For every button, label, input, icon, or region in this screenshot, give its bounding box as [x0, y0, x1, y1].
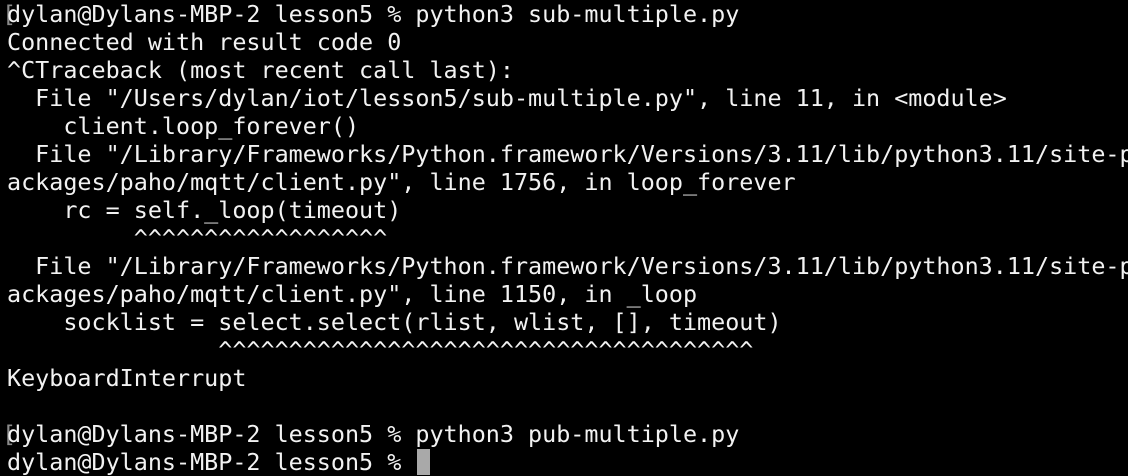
terminal-line: ^CTraceback (most recent call last): [7, 56, 514, 84]
terminal-line: File "/Users/dylan/iot/lesson5/sub-multi… [7, 84, 1007, 112]
terminal-line: ^^^^^^^^^^^^^^^^^^ [7, 224, 388, 252]
terminal-line: File "/Library/Frameworks/Python.framewo… [7, 252, 1128, 280]
terminal-line: rc = self._loop(timeout) [7, 196, 402, 224]
terminal-line: socklist = select.select(rlist, wlist, [… [7, 308, 782, 336]
terminal-line: [dylan@Dylans-MBP-2 lesson5 % python3 su… [7, 0, 1128, 28]
text-cursor [417, 449, 431, 475]
terminal-line: ackages/paho/mqtt/client.py", line 1150,… [7, 280, 698, 308]
terminal-line: KeyboardInterrupt [7, 364, 247, 392]
line-text: dylan@Dylans-MBP-2 lesson5 % python3 pub… [7, 420, 740, 448]
shell-prompt: dylan@Dylans-MBP-2 lesson5 % [7, 448, 416, 476]
terminal-line: [dylan@Dylans-MBP-2 lesson5 % python3 pu… [7, 420, 1128, 448]
terminal-line: ^^^^^^^^^^^^^^^^^^^^^^^^^^^^^^^^^^^^^^ [7, 336, 754, 364]
terminal-line: ackages/paho/mqtt/client.py", line 1756,… [7, 168, 796, 196]
terminal-line: File "/Library/Frameworks/Python.framewo… [7, 140, 1128, 168]
terminal-line: client.loop_forever() [7, 112, 360, 140]
terminal-line: Connected with result code 0 [7, 28, 402, 56]
line-text: dylan@Dylans-MBP-2 lesson5 % python3 sub… [7, 0, 740, 28]
prompt-line[interactable]: dylan@Dylans-MBP-2 lesson5 % [7, 448, 1128, 476]
terminal-window[interactable]: [dylan@Dylans-MBP-2 lesson5 % python3 su… [0, 0, 1128, 476]
